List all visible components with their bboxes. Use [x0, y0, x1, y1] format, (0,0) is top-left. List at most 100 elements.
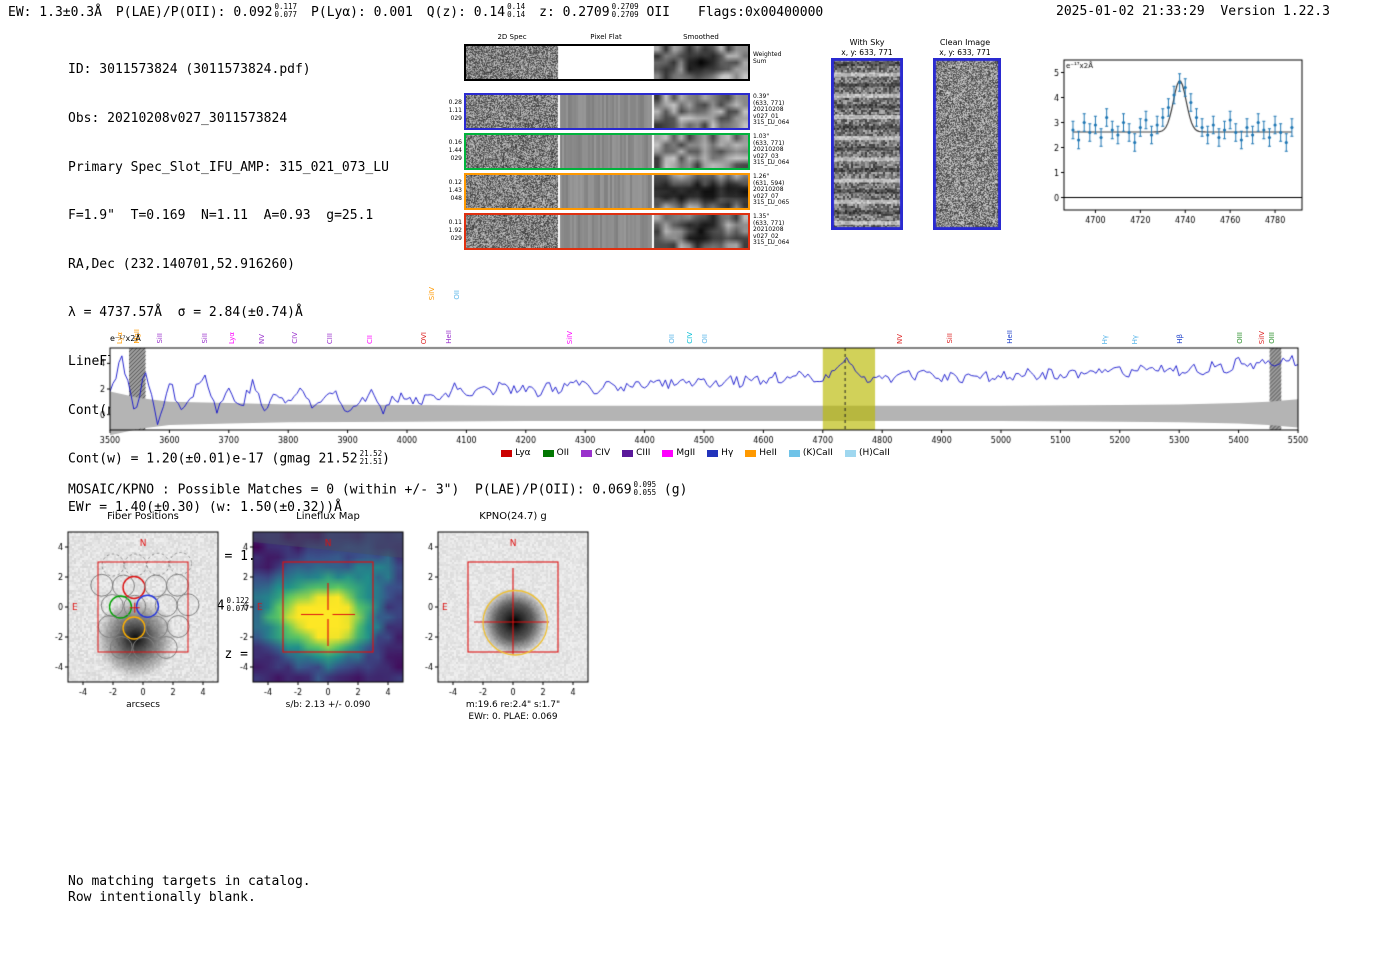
flags-value: Flags:0x00400000 — [698, 4, 824, 20]
legend-item: MgII — [662, 448, 695, 458]
spectral-line-label: NV — [896, 333, 905, 344]
spectral-line-label: CIV — [686, 332, 695, 344]
spectral-line-label: HeII — [1005, 330, 1014, 344]
legend-swatch — [707, 449, 719, 457]
cutout-row-right-label: Weighted Sum — [753, 51, 782, 65]
plae-poii-label: P(LAE)/P(OII): 0.092 — [115, 4, 273, 20]
spectral-line-label: SiIV — [565, 330, 574, 344]
mosaic-plae-uncertainty: 0.095 0.055 — [633, 480, 657, 498]
timestamp: 2025-01-02 21:33:29 — [1056, 4, 1205, 19]
info-radec: RA,Dec (232.140701,52.916260) — [68, 256, 295, 272]
header-timestamp: 2025-01-02 21:33:29 Version 1.22.3 — [1056, 4, 1330, 19]
spectral-line-label: OIII — [1267, 332, 1276, 344]
legend-label: Lyα — [515, 448, 531, 458]
legend-item: (K)CaII — [788, 448, 833, 458]
legend-item: CIV — [581, 448, 610, 458]
fiber-positions-canvas — [40, 526, 230, 702]
legend-swatch — [745, 449, 757, 457]
legend-label: Hγ — [721, 448, 734, 458]
header-line: EW: 1.3±0.3Å P(LAE)/P(OII): 0.092 0.117 0.0… — [8, 2, 837, 20]
clean-image-title: Clean Image — [939, 38, 991, 47]
cutout-row-left-label: 0.28 1.11 029 — [448, 99, 462, 122]
legend-swatch — [788, 449, 800, 457]
fiber-positions-title: Fiber Positions — [107, 511, 179, 522]
legend-label: (K)CaII — [802, 448, 833, 458]
lineflux-map-canvas — [225, 526, 415, 702]
legend-swatch — [662, 449, 674, 457]
cutout-row-right-label: 0.39" (633, 771) 20210208 v027_01 315_LU_064 — [753, 93, 790, 127]
legend-item: Lyα — [501, 448, 531, 458]
legend-swatch — [622, 449, 634, 457]
version: Version 1.22.3 — [1220, 4, 1330, 19]
cutout-row-left-label: 0.11 1.92 029 — [448, 219, 462, 242]
spectral-line-label: HeII — [444, 330, 453, 344]
lineflux-map-title: Lineflux Map — [296, 511, 360, 522]
kpno-image-canvas — [410, 526, 600, 702]
cutout-row-right-label: 1.26" (631, 594) 20210208 v027_07 315_LU_065 — [753, 173, 790, 207]
cutout-row-left-label: 0.12 1.43 048 — [448, 179, 462, 202]
plya-value: P(Lyα): 0.001 — [311, 4, 413, 20]
clean-image — [933, 58, 1001, 230]
clean-image-subtitle: x, y: 633, 771 — [939, 48, 991, 57]
col-header-pixelflat: Pixel Flat — [590, 33, 622, 41]
spectral-line-label: OII — [667, 334, 676, 344]
legend-label: CIV — [595, 448, 611, 458]
kpno-title: KPNO(24.7) g — [479, 511, 547, 522]
legend-label: OII — [556, 448, 570, 458]
cutout-row-left-label: 0.16 1.44 029 — [448, 139, 462, 162]
qz-uncertainty: 0.14 0.14 — [507, 2, 526, 20]
plae-poii-uncertainty: 0.117 0.077 — [274, 2, 298, 20]
col-header-smoothed: Smoothed — [683, 33, 719, 41]
info-id: ID: 3011573824 (3011573824.pdf) — [68, 62, 311, 78]
z-uncertainty: 0.2709 0.2709 — [611, 2, 639, 20]
legend-item: OII — [542, 448, 570, 458]
legend-swatch — [542, 449, 554, 457]
plae-poii-value: P(LAE)/P(OII): 0.092 0.117 0.077 — [115, 2, 298, 20]
z-value: z: 0.2709 0.2709 0.2709 OII — [539, 2, 670, 20]
with-sky-image — [831, 58, 903, 230]
z-classification: OII — [646, 4, 670, 20]
legend-label: MgII — [676, 448, 696, 458]
info-obs: Obs: 20210208v027_3011573824 — [68, 111, 288, 127]
legend-item: Hγ — [707, 448, 733, 458]
spectral-line-label: OII — [701, 334, 710, 344]
spectral-line-label: OVI — [419, 331, 428, 344]
legend-label: HeII — [759, 448, 777, 458]
legend-item: CIII — [622, 448, 650, 458]
spectrum-legend: Lyα OII CIV CIII MgII Hγ HeII (K)CaII (H)CaII — [78, 448, 1313, 458]
footer-line-1: No matching targets in catalog. — [68, 874, 311, 889]
legend-swatch — [581, 449, 593, 457]
full-spectrum-canvas — [78, 344, 1313, 446]
legend-label: (H)CaII — [858, 448, 890, 458]
kpno-xlabel-line2: EWr: 0. PLAE: 0.069 — [468, 712, 558, 722]
qz-value: Q(z): 0.14 0.14 0.14 — [426, 2, 526, 20]
spectral-line-label: Hβ — [1175, 334, 1184, 344]
cutout-row-canvas — [466, 135, 748, 168]
legend-item: HeII — [745, 448, 777, 458]
spectral-line-label: Hγ — [1131, 334, 1140, 344]
info-wavelength: λ = 4737.57Å σ = 2.84(±0.74)Å — [68, 305, 303, 321]
cutout-row-canvas — [466, 175, 748, 208]
cutout-row-canvas — [466, 46, 748, 79]
spectral-line-label: SiIV — [427, 286, 436, 300]
cutout-row-canvas — [466, 215, 748, 248]
ew-value: EW: 1.3±0.3Å — [8, 4, 102, 20]
col-header-2dspec: 2D Spec — [497, 33, 527, 41]
mosaic-match-line: MOSAIC/KPNO : Possible Matches = 0 (with… — [68, 480, 688, 498]
info-seeing: F=1.9" T=0.169 N=1.11 A=0.93 g=25.1 — [68, 208, 374, 224]
cutout-row-canvas — [466, 95, 748, 128]
with-sky-subtitle: x, y: 633, 771 — [841, 48, 893, 57]
info-primary-spec: Primary Spec_Slot_IFU_AMP: 315_021_073_L… — [68, 159, 389, 175]
spectral-line-label: SiIV — [1257, 330, 1266, 344]
legend-swatch — [501, 449, 513, 457]
spectrum-ylabel: e⁻¹⁷x2Å — [110, 334, 141, 343]
cutout-row-right-label: 1.03" (633, 771) 20210208 v027_03 315_LU_064 — [753, 133, 790, 167]
footer-line-2: Row intentionally blank. — [68, 890, 256, 905]
elixer-report-page: EW: 1.3±0.3Å P(LAE)/P(OII): 0.092 0.117 0.0… — [0, 0, 1400, 953]
legend-label: CIII — [636, 448, 651, 458]
zoom-spectrum-canvas — [1040, 50, 1308, 240]
cutout-row-right-label: 1.35" (633, 771) 20210208 v027_02 315_LU_064 — [753, 213, 790, 247]
spectral-line-label: OIII — [1235, 332, 1244, 344]
with-sky-title: With Sky — [849, 38, 885, 47]
legend-item: (H)CaII — [844, 448, 890, 458]
